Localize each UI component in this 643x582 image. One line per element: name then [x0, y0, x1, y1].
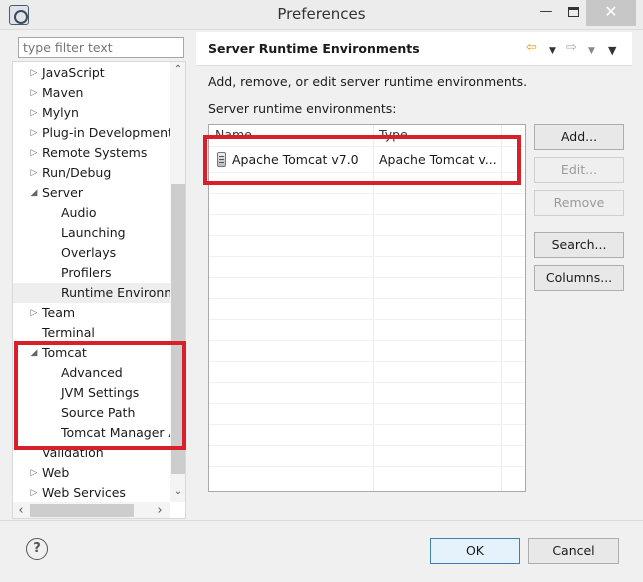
expand-arrow-icon[interactable]: ▷	[28, 83, 40, 103]
columns-button[interactable]: Columns...	[534, 265, 624, 291]
back-arrow-icon[interactable]: ⇦	[526, 40, 537, 56]
tree-item[interactable]: ▷ Remote Systems	[13, 143, 173, 163]
tree-item-label: Web	[42, 465, 70, 480]
tree-horizontal-scrollbar[interactable]: ‹ ›	[13, 502, 170, 518]
tree-item[interactable]: ▷ Plug-in Development	[13, 123, 173, 143]
expand-arrow-icon[interactable]: ▷	[28, 163, 40, 183]
tree-item-label: Terminal	[42, 325, 95, 340]
maximize-icon[interactable]	[557, 0, 589, 26]
close-icon[interactable]: ✕	[586, 0, 636, 26]
preference-tree[interactable]: ▷ JavaScript ▷ Maven ▷ Mylyn ▷ Plug-in Developm…	[12, 61, 186, 519]
expand-arrow-icon[interactable]: ▷	[28, 483, 40, 503]
help-icon[interactable]: ?	[26, 538, 48, 560]
expand-arrow-icon[interactable]: ▷	[28, 103, 40, 123]
title-bar: Preferences — ✕	[0, 0, 643, 30]
forward-arrow-icon[interactable]: ⇨	[566, 40, 577, 56]
horizontal-scroll-thumb[interactable]	[30, 504, 134, 517]
expand-arrow-icon[interactable]: ▷	[28, 63, 40, 83]
filter-input[interactable]	[18, 37, 184, 58]
preference-page: Server Runtime Environments ⇦ ▼ ⇨ ▼ ▼ Ad…	[196, 32, 632, 520]
ok-button[interactable]: OK	[430, 538, 520, 564]
tree-item[interactable]: ◢ Server	[13, 183, 173, 203]
scroll-up-icon[interactable]: ⌃	[170, 64, 185, 75]
tree-item-label: Web Services	[42, 485, 126, 500]
forward-dropdown-icon[interactable]: ▼	[588, 43, 595, 59]
runtime-list-label: Server runtime environments:	[208, 101, 397, 116]
tree-item-label: Maven	[42, 85, 84, 100]
expand-arrow-icon[interactable]: ▷	[28, 463, 40, 483]
tree-item[interactable]: Overlays	[13, 243, 173, 263]
tree-item[interactable]: ▷ Team	[13, 303, 173, 323]
back-dropdown-icon[interactable]: ▼	[549, 43, 556, 59]
tree-item[interactable]: Launching	[13, 223, 173, 243]
tree-item[interactable]: ▷ JavaScript	[13, 63, 173, 83]
tree-item-label: Run/Debug	[42, 165, 112, 180]
tree-item-label: Server	[42, 185, 83, 200]
cancel-button[interactable]: Cancel	[528, 538, 619, 564]
tree-item-label: Profilers	[61, 265, 112, 280]
tree-item[interactable]: ▷ Web	[13, 463, 173, 483]
scroll-down-icon[interactable]: ⌄	[170, 486, 185, 497]
tree-item-label: Mylyn	[42, 105, 79, 120]
collapse-arrow-icon[interactable]: ◢	[28, 183, 40, 203]
tree-item-label: Audio	[61, 205, 97, 220]
runtime-highlight-box	[203, 135, 521, 185]
tree-item-label: Remote Systems	[42, 145, 148, 160]
scroll-left-icon[interactable]: ‹	[13, 503, 29, 518]
tree-item-label: JavaScript	[42, 65, 105, 80]
tree-item-label: Plug-in Development	[42, 125, 173, 140]
tree-item-label: Launching	[61, 225, 126, 240]
search-button[interactable]: Search...	[534, 232, 624, 258]
edit-button[interactable]: Edit...	[534, 157, 624, 183]
expand-arrow-icon[interactable]: ▷	[28, 303, 40, 323]
tree-item[interactable]: Profilers	[13, 263, 173, 283]
tree-item[interactable]: Audio	[13, 203, 173, 223]
expand-arrow-icon[interactable]: ▷	[28, 143, 40, 163]
tree-item[interactable]: Terminal	[13, 323, 173, 343]
expand-arrow-icon[interactable]: ▷	[28, 123, 40, 143]
tomcat-highlight-box	[14, 341, 186, 450]
tree-item-label: Team	[42, 305, 76, 320]
tree-item[interactable]: ▷ Maven	[13, 83, 173, 103]
tree-item-label: Runtime Environm	[61, 285, 173, 300]
tree-item[interactable]: ▷ Mylyn	[13, 103, 173, 123]
view-menu-icon[interactable]: ▼	[608, 43, 616, 59]
scroll-right-icon[interactable]: ›	[152, 503, 168, 518]
page-header: Server Runtime Environments ⇦ ▼ ⇨ ▼ ▼	[196, 32, 632, 66]
page-description: Add, remove, or edit server runtime envi…	[208, 74, 528, 89]
add-button[interactable]: Add...	[534, 124, 624, 150]
page-title: Server Runtime Environments	[208, 41, 420, 56]
dialog-footer: ? OK Cancel	[0, 520, 643, 582]
tree-item-label: Overlays	[61, 245, 117, 260]
remove-button[interactable]: Remove	[534, 190, 624, 216]
tree-item[interactable]: ▷ Web Services	[13, 483, 173, 503]
tree-item[interactable]: ▷ Run/Debug	[13, 163, 173, 183]
tree-item[interactable]: Runtime Environm	[13, 283, 173, 303]
